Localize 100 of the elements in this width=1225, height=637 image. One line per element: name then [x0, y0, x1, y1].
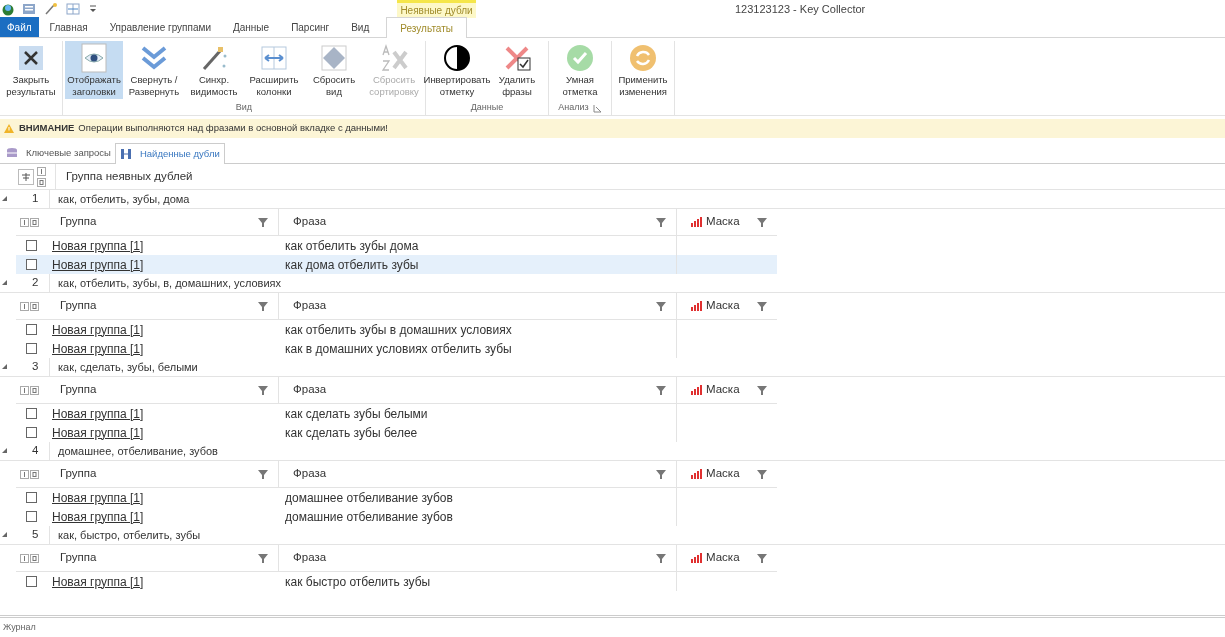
ribbon-tab[interactable]: Парсинг [280, 17, 341, 37]
filter-icon[interactable] [656, 469, 666, 479]
ribbon-tab[interactable]: Файл [0, 17, 39, 37]
group-label: Анализ [558, 101, 589, 115]
collapse-arrow-icon[interactable] [0, 194, 10, 204]
checkbox[interactable] [26, 324, 37, 335]
checkbox[interactable] [26, 240, 37, 251]
filter-icon[interactable] [258, 301, 268, 311]
group-link[interactable]: Новая группа [1] [52, 572, 144, 591]
table-cell: домашние отбеливание зубов [279, 507, 677, 526]
filter-icon[interactable] [757, 301, 767, 311]
ribbon-tab[interactable]: Данные [222, 17, 281, 37]
group-link[interactable]: Новая группа [1] [52, 423, 144, 442]
ribbon-button[interactable]: Расширить колонки [245, 41, 303, 99]
group-title: домашнее, отбеливание, зубов [57, 443, 218, 459]
wand-icon[interactable] [44, 2, 58, 16]
checkbox[interactable] [26, 408, 37, 419]
group-number: 5 [16, 525, 50, 545]
collapse-arrow-icon[interactable] [0, 278, 10, 288]
group-title: как, быстро, отбелить, зубы [57, 527, 201, 543]
checkbox[interactable] [26, 492, 37, 503]
filter-icon[interactable] [656, 553, 666, 563]
column-header: Маска [706, 550, 740, 566]
group-link[interactable]: Новая группа [1] [52, 488, 144, 507]
ribbon-button[interactable]: Умная отметка [551, 41, 609, 99]
ribbon-tab[interactable]: Управление группами [98, 17, 222, 37]
collapse-arrow-icon[interactable] [0, 530, 10, 540]
column-header: Маска [706, 382, 740, 398]
column-header: Фраза [293, 214, 327, 230]
column-header: Фраза [293, 550, 327, 566]
column-header: Группа [60, 214, 97, 230]
column-chooser-icon[interactable] [18, 168, 34, 185]
warning-icon [3, 123, 15, 134]
checkbox[interactable] [26, 511, 37, 522]
filter-icon[interactable] [258, 469, 268, 479]
group-label: Данные [470, 101, 504, 115]
dropdown-caret-icon[interactable] [88, 3, 98, 15]
ribbon-button[interactable]: Синхр. видимость [185, 41, 243, 99]
signal-bars-icon [691, 301, 702, 311]
ribbon-button[interactable]: Сбросить вид [305, 41, 363, 99]
filter-icon[interactable] [258, 385, 268, 395]
expand-collapse-icon[interactable] [20, 217, 39, 227]
filter-icon[interactable] [258, 217, 268, 227]
filter-icon[interactable] [757, 469, 767, 479]
column-header: Маска [706, 298, 740, 314]
ribbon-tab[interactable]: Вид [340, 17, 381, 37]
group-link[interactable]: Новая группа [1] [52, 320, 144, 339]
expand-collapse-icon[interactable] [20, 469, 39, 479]
signal-bars-icon [691, 217, 702, 227]
refresh-circle-icon [627, 42, 659, 74]
expand-collapse-icon[interactable] [20, 385, 39, 395]
filter-icon[interactable] [656, 385, 666, 395]
filter-icon[interactable] [656, 217, 666, 227]
group-title: как, сделать, зубы, белыми [57, 359, 198, 375]
ribbon-button[interactable]: Применить изменения [614, 41, 672, 99]
expand-collapse-icon[interactable] [37, 166, 46, 187]
collapse-arrow-icon[interactable] [0, 446, 10, 456]
eye-icon [78, 42, 110, 74]
split-icon [119, 148, 132, 160]
collapse-arrow-icon[interactable] [0, 362, 10, 372]
filter-icon[interactable] [757, 385, 767, 395]
group-link[interactable]: Новая группа [1] [52, 339, 144, 358]
expand-collapse-icon[interactable] [20, 553, 39, 563]
group-title: как, отбелить, зубы, дома [57, 191, 190, 207]
document-tab[interactable]: Найденные дубли [114, 143, 225, 164]
database-icon [6, 147, 18, 159]
warning-text: Операции выполняются над фразами в основной вкладке с данными! [78, 121, 388, 136]
group-number: 4 [16, 441, 50, 461]
ribbon-tab[interactable]: Главная [38, 17, 99, 37]
group-link[interactable]: Новая группа [1] [52, 236, 144, 255]
table-cell: как сделать зубы белее [279, 423, 677, 442]
ribbon-button[interactable]: Закрыть результаты [2, 41, 60, 99]
ribbon-tab[interactable]: Результаты [386, 17, 467, 38]
ribbon-button[interactable]: Свернуть / Развернуть [125, 41, 183, 99]
list-icon[interactable] [22, 2, 36, 16]
column-header: Маска [706, 466, 740, 482]
document-tab[interactable]: Ключевые запросы [2, 143, 115, 163]
filter-icon[interactable] [258, 553, 268, 563]
filter-icon[interactable] [757, 553, 767, 563]
group-label: Вид [235, 101, 253, 115]
group-link[interactable]: Новая группа [1] [52, 507, 144, 526]
filter-icon[interactable] [656, 301, 666, 311]
group-link[interactable]: Новая группа [1] [52, 255, 144, 274]
checkbox[interactable] [26, 259, 37, 270]
warning-title: ВНИМАНИЕ [19, 121, 75, 136]
checkbox[interactable] [26, 343, 37, 354]
group-number: 1 [16, 189, 50, 209]
dialog-launcher-icon[interactable] [592, 103, 602, 113]
table-cell: как в домашних условиях отбелить зубы [279, 339, 677, 358]
column-header: Фраза [293, 382, 327, 398]
checkbox[interactable] [26, 427, 37, 438]
table-row[interactable]: Новая группа [1] как дома отбелить зубы [16, 255, 777, 274]
expand-collapse-icon[interactable] [20, 301, 39, 311]
context-tab-label: Неявные дубли [397, 0, 476, 18]
filter-icon[interactable] [757, 217, 767, 227]
column-header: Группа неявных дублей [65, 168, 193, 184]
column-header: Группа [60, 382, 97, 398]
group-link[interactable]: Новая группа [1] [52, 404, 144, 423]
ribbon-button[interactable]: Отображать заголовки [65, 41, 123, 99]
checkbox[interactable] [26, 576, 37, 587]
